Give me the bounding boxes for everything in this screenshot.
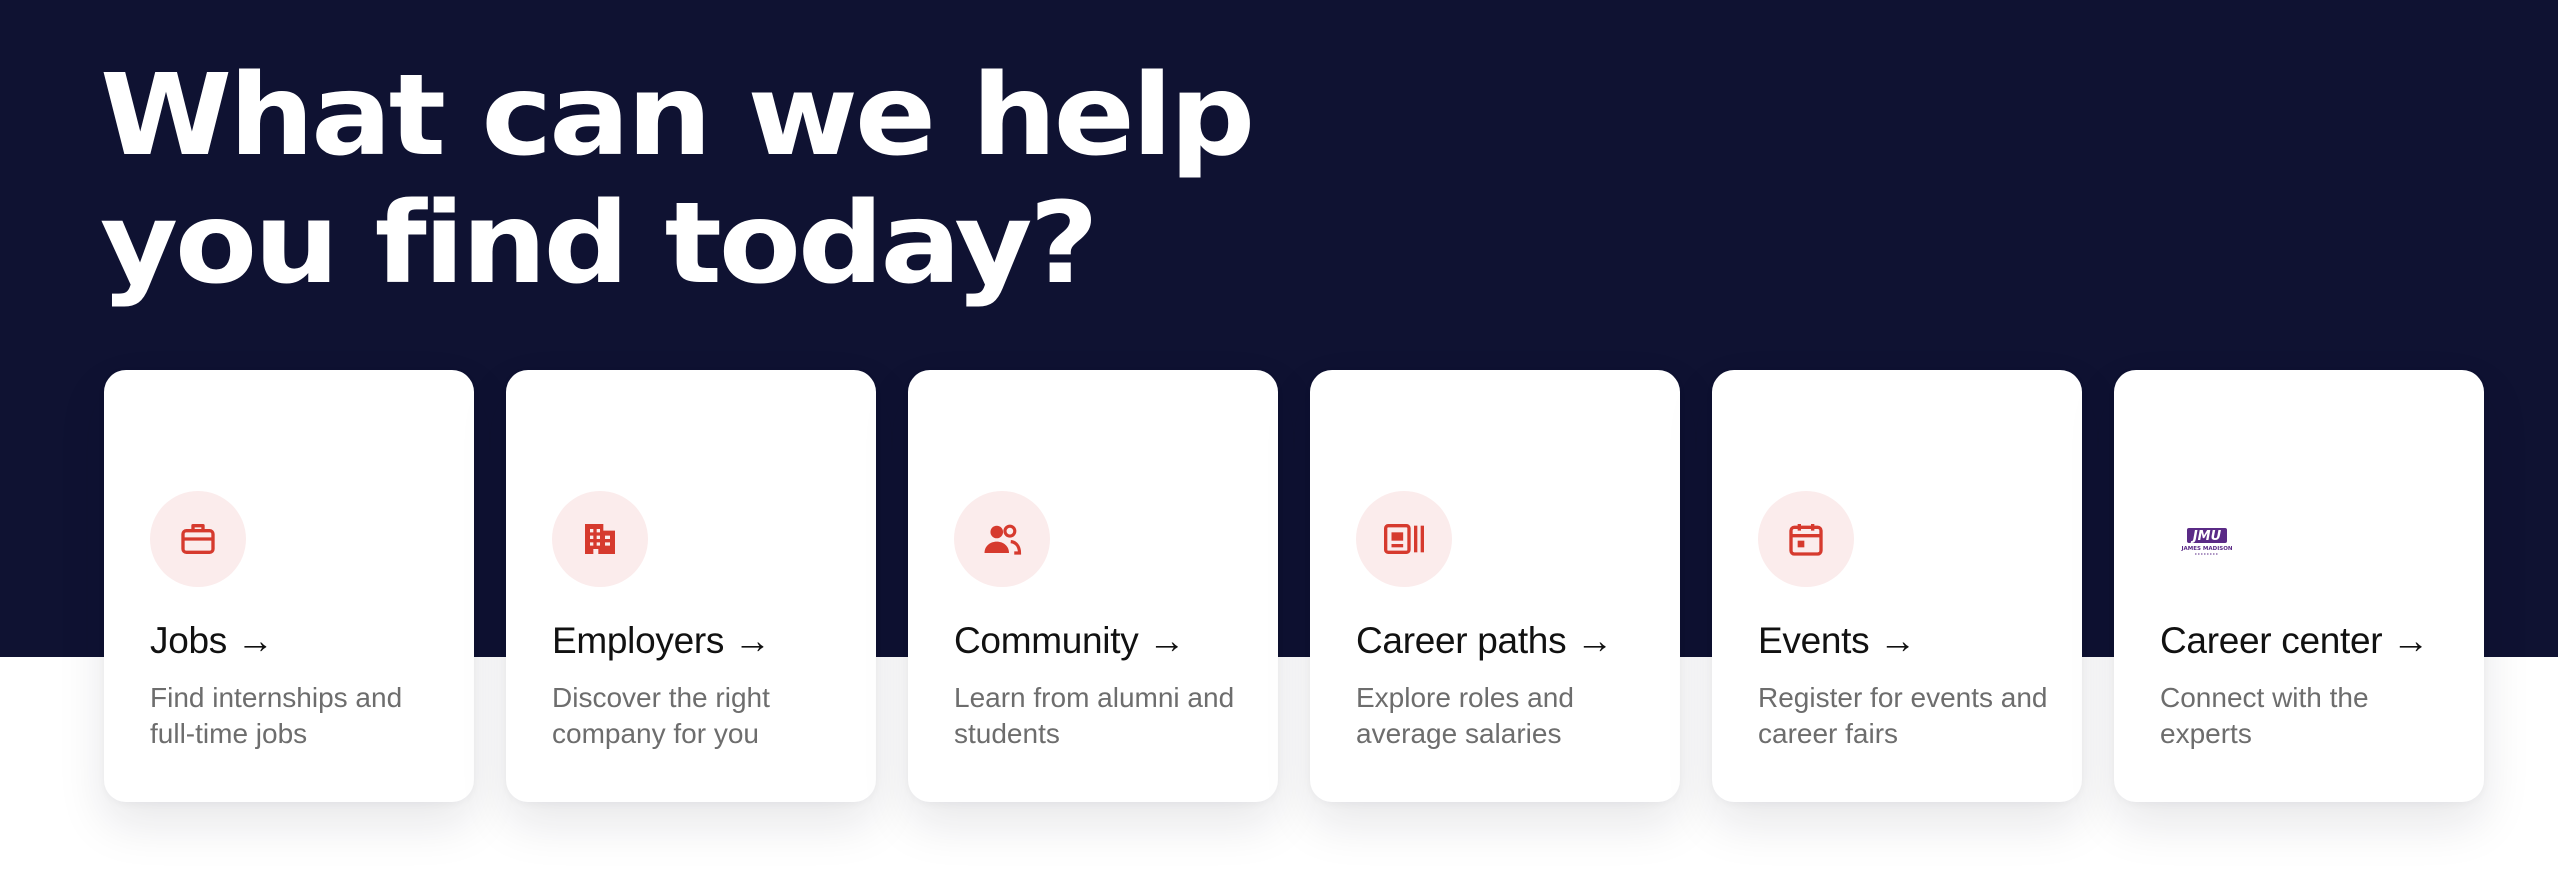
- headline-line-2: you find today?: [100, 179, 1099, 309]
- building-icon: [585, 524, 615, 554]
- headline-line-1: What can we help: [100, 51, 1255, 181]
- jobs-card-title: Jobs →: [150, 620, 274, 661]
- career-center-card-title: Career center →: [2160, 620, 2429, 661]
- events-icon-badge: [1758, 491, 1854, 587]
- calendar-icon: [1789, 524, 1823, 556]
- community-icon-badge: [954, 491, 1050, 587]
- employers-icon-badge: [552, 491, 648, 587]
- employers-card-description: Discover the right company for you: [552, 682, 770, 749]
- page-title: What can we help you find today?: [100, 51, 1255, 309]
- jmu-logo: JMU JAMES MADISON: [2181, 528, 2233, 555]
- career-center-icon-badge: JMU JAMES MADISON: [2160, 491, 2256, 587]
- category-card-list: Jobs → Find internships and full-time jo…: [104, 370, 2484, 802]
- events-card-description: Register for events and career fairs: [1758, 682, 2048, 749]
- briefcase-icon: [181, 524, 215, 554]
- events-card[interactable]: Events → Register for events and career …: [1712, 370, 2082, 802]
- career-paths-card-description: Explore roles and average salaries: [1356, 682, 1574, 749]
- community-card[interactable]: Community → Learn from alumni and studen…: [908, 370, 1278, 802]
- career-center-card-description: Connect with the experts: [2160, 682, 2369, 749]
- career-paths-card[interactable]: Career paths → Explore roles and average…: [1310, 370, 1680, 802]
- events-card-title: Events →: [1758, 620, 1916, 661]
- jobs-card[interactable]: Jobs → Find internships and full-time jo…: [104, 370, 474, 802]
- career-paths-card-title: Career paths →: [1356, 620, 1613, 661]
- jobs-icon-badge: [150, 491, 246, 587]
- employers-card-title: Employers →: [552, 620, 771, 661]
- career-center-card[interactable]: JMU JAMES MADISON Career center → Connec…: [2114, 370, 2484, 802]
- people-icon: [984, 524, 1022, 555]
- career-paths-icon-badge: [1356, 491, 1452, 587]
- newspaper-icon: [1384, 524, 1424, 554]
- jobs-card-description: Find internships and full-time jobs: [150, 682, 403, 749]
- svg-text:JAMES MADISON: JAMES MADISON: [2181, 546, 2233, 552]
- svg-text:JMU: JMU: [2190, 529, 2222, 544]
- community-card-title: Community →: [954, 620, 1186, 661]
- community-card-description: Learn from alumni and students: [954, 682, 1235, 749]
- employers-card[interactable]: Employers → Discover the right company f…: [506, 370, 876, 802]
